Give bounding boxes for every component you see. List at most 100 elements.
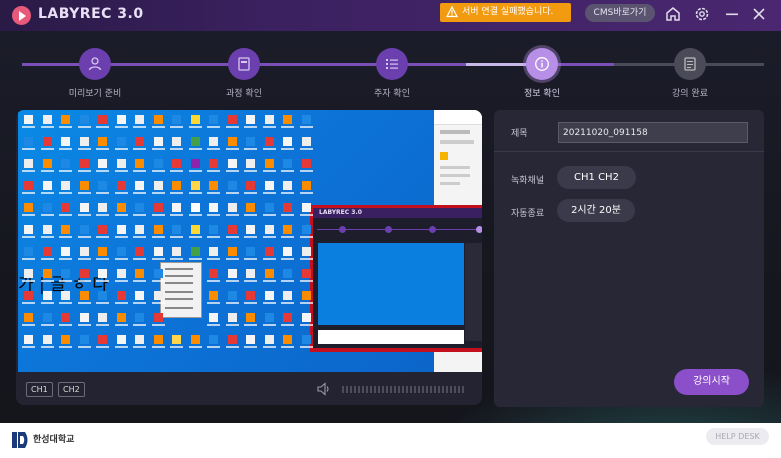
desktop-icon <box>225 115 239 128</box>
desktop-icon <box>188 137 202 150</box>
desktop-icon <box>281 291 294 304</box>
info-divider <box>494 151 764 152</box>
desktop-icon <box>77 335 91 348</box>
desktop-icon <box>244 137 257 150</box>
desktop-icon <box>151 115 165 128</box>
step-preview-ready[interactable] <box>79 48 111 80</box>
desktop-icon <box>262 291 276 304</box>
desktop-icon <box>244 335 257 348</box>
desktop-icon <box>59 247 72 260</box>
desktop-icon <box>262 203 276 216</box>
desktop-icon <box>188 159 202 172</box>
desktop-icon <box>22 203 35 216</box>
info-icon <box>535 57 549 71</box>
step-host-check[interactable] <box>376 48 408 80</box>
desktop-icon <box>170 225 183 238</box>
desktop-icon <box>96 137 109 150</box>
desktop-icon <box>133 269 146 282</box>
desktop-icon <box>22 181 35 194</box>
minimize-icon[interactable] <box>723 5 741 23</box>
step-lecture-complete[interactable] <box>674 48 706 80</box>
channel-chip-ch2[interactable]: CH2 <box>58 382 85 397</box>
desktop-icon <box>170 181 183 194</box>
desktop-icon <box>114 335 128 348</box>
desktop-icon <box>22 137 35 150</box>
book-icon <box>238 57 250 71</box>
desktop-icon <box>207 225 220 238</box>
desktop-icon <box>188 181 202 194</box>
desktop-icon <box>22 225 35 238</box>
desktop-icon <box>96 181 109 194</box>
volume-level-meter[interactable] <box>342 386 464 393</box>
desktop-icon <box>299 203 313 216</box>
desktop-icon <box>151 247 165 260</box>
desktop-icon <box>59 203 72 216</box>
title-field[interactable]: 20211020_091158 <box>558 122 748 143</box>
desktop-icon <box>225 269 239 282</box>
desktop-icon <box>262 159 276 172</box>
close-icon[interactable] <box>750 5 768 23</box>
desktop-icon <box>244 203 257 216</box>
nested-app-preview: LABYREC 3.0 <box>310 205 482 352</box>
channel-chip-ch1[interactable]: CH1 <box>26 382 53 397</box>
cms-shortcut-button[interactable]: CMS바로가기 <box>585 4 655 22</box>
desktop-icon <box>225 247 239 260</box>
desktop-icon <box>114 247 128 260</box>
desktop-icon <box>114 225 128 238</box>
desktop-icon <box>188 203 202 216</box>
desktop-icon <box>151 313 165 326</box>
gear-icon[interactable] <box>693 5 711 23</box>
step-course-check[interactable] <box>228 48 260 80</box>
desktop-icon <box>96 291 109 304</box>
start-lecture-button[interactable]: 강의시작 <box>674 369 749 395</box>
desktop-icon <box>151 291 165 304</box>
title-label: 제목 <box>511 129 528 139</box>
desktop-icon <box>188 335 202 348</box>
desktop-icon <box>114 291 128 304</box>
desktop-icon <box>22 115 35 128</box>
desktop-icon <box>207 137 220 150</box>
desktop-icon <box>22 291 35 304</box>
desktop-icon <box>170 159 183 172</box>
desktop-icon <box>281 203 294 216</box>
desktop-icon <box>188 247 202 260</box>
desktop-icon <box>225 203 239 216</box>
volume-icon[interactable] <box>316 381 332 397</box>
desktop-icon <box>22 335 35 348</box>
desktop-icon <box>133 115 146 128</box>
desktop-icon <box>262 247 276 260</box>
stepper-highlight-line <box>466 63 526 66</box>
desktop-icon <box>299 247 313 260</box>
desktop-icon <box>244 181 257 194</box>
desktop-icon <box>225 291 239 304</box>
desktop-icon <box>40 137 54 150</box>
screen-preview[interactable]: LABYREC 3.0 가 | 글 ㅎ 다 <box>18 110 482 372</box>
desktop-icon <box>299 313 313 326</box>
desktop-icon <box>133 291 146 304</box>
desktop-icon <box>244 269 257 282</box>
step-info-check[interactable] <box>526 48 558 80</box>
help-desk-button[interactable]: HELP DESK <box>706 428 769 445</box>
desktop-icon <box>40 181 54 194</box>
desktop-icon <box>59 115 72 128</box>
desktop-icon <box>151 269 165 282</box>
recording-channel-selector[interactable]: CH1 CH2 <box>557 166 636 189</box>
desktop-icon <box>133 137 146 150</box>
footer <box>0 423 781 458</box>
step-label: 과정 확인 <box>226 89 262 99</box>
nested-app-title: LABYREC 3.0 <box>319 209 362 216</box>
desktop-icon <box>281 159 294 172</box>
desktop-icon <box>299 181 313 194</box>
desktop-icon <box>151 225 165 238</box>
desktop-icon <box>59 291 72 304</box>
desktop-icon <box>59 269 72 282</box>
user-icon <box>88 57 102 71</box>
home-icon[interactable] <box>664 5 682 23</box>
desktop-icon <box>40 269 54 282</box>
university-logo-icon <box>12 432 28 448</box>
desktop-icon <box>225 137 239 150</box>
auto-end-selector[interactable]: 2시간 20분 <box>557 199 635 222</box>
desktop-icon <box>77 313 91 326</box>
desktop-icon <box>262 137 276 150</box>
desktop-icon <box>170 335 183 348</box>
